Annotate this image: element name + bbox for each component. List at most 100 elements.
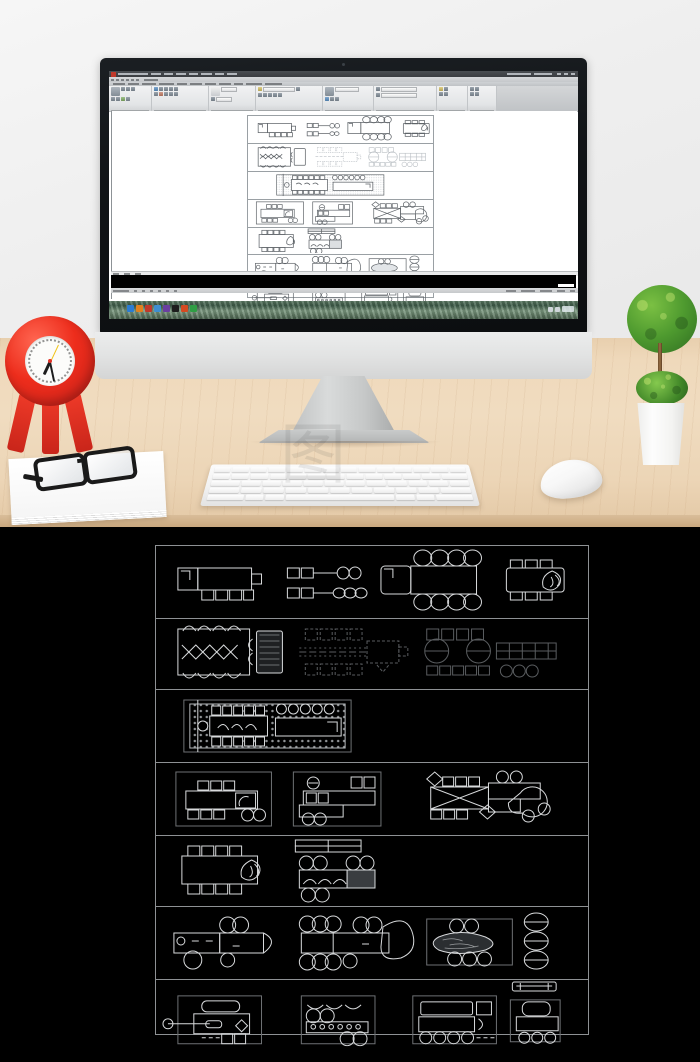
qat-plot-icon[interactable]: [136, 78, 139, 81]
key[interactable]: [351, 487, 373, 493]
rotate-icon[interactable]: [164, 87, 168, 91]
key[interactable]: [285, 487, 307, 493]
edit-block-icon[interactable]: [330, 97, 334, 101]
tab-addins[interactable]: [219, 83, 231, 85]
insert-block-icon[interactable]: [325, 87, 334, 96]
create-block-icon[interactable]: [325, 97, 329, 101]
key[interactable]: [263, 487, 285, 493]
taskbar-office-icon[interactable]: [190, 305, 197, 312]
block-name-dropdown[interactable]: [335, 87, 359, 92]
tab-view[interactable]: [177, 83, 187, 85]
mirror-icon[interactable]: [169, 87, 173, 91]
key-backspace[interactable]: [440, 473, 468, 480]
tray-volume-icon[interactable]: [555, 306, 560, 312]
key[interactable]: [322, 467, 340, 473]
key[interactable]: [402, 473, 421, 480]
id-point-icon[interactable]: [470, 92, 474, 96]
purge-icon[interactable]: [475, 92, 479, 96]
menu-item-file[interactable]: [151, 73, 161, 75]
ribbon-panel-modify[interactable]: [152, 86, 209, 111]
text-tool-icon[interactable]: [211, 87, 220, 96]
array-icon[interactable]: [164, 92, 168, 96]
key[interactable]: [240, 487, 263, 493]
status-polar-icon[interactable]: [166, 289, 169, 292]
ribbon-panel-draw[interactable]: [109, 86, 152, 111]
tab-parametric[interactable]: [159, 83, 174, 85]
search-box[interactable]: [534, 73, 552, 75]
ribbon-panel-block[interactable]: [323, 86, 374, 111]
copy-icon[interactable]: [159, 87, 163, 91]
linetype-icon[interactable]: [376, 93, 380, 97]
move-icon[interactable]: [154, 87, 158, 91]
key[interactable]: [307, 487, 329, 493]
ribbon-panel-utilities[interactable]: [468, 86, 497, 111]
key[interactable]: [407, 480, 428, 486]
dim-style-dropdown[interactable]: [216, 97, 232, 102]
key[interactable]: [387, 480, 407, 486]
property-match-icon[interactable]: [376, 87, 380, 91]
wireless-keyboard[interactable]: [200, 464, 480, 506]
key[interactable]: [250, 467, 268, 473]
key[interactable]: [261, 480, 282, 486]
key-arrow-cluster[interactable]: [435, 494, 474, 501]
key[interactable]: [365, 473, 383, 480]
key[interactable]: [428, 480, 449, 486]
line-tool-icon[interactable]: [111, 87, 120, 96]
quick-select-icon[interactable]: [475, 87, 479, 91]
ribbon-panel-groups[interactable]: [437, 86, 468, 111]
key[interactable]: [212, 473, 231, 480]
key[interactable]: [244, 494, 265, 501]
tab-featured-apps[interactable]: [265, 83, 282, 85]
qat-undo-icon[interactable]: [126, 78, 129, 81]
key[interactable]: [373, 487, 395, 493]
menu-item-insert[interactable]: [189, 73, 198, 75]
linetype-dropdown[interactable]: [381, 93, 417, 98]
key[interactable]: [376, 467, 394, 473]
ribbon-panel-properties[interactable]: [374, 86, 437, 111]
group-icon[interactable]: [439, 87, 443, 91]
key[interactable]: [282, 480, 303, 486]
layer-off-icon[interactable]: [258, 93, 262, 97]
taskbar-browser-icon[interactable]: [145, 305, 152, 312]
minimize-icon[interactable]: [557, 73, 561, 75]
taskbar-explorer-icon[interactable]: [154, 305, 161, 312]
color-dropdown[interactable]: [381, 87, 417, 92]
key-space[interactable]: [285, 494, 395, 501]
key[interactable]: [240, 480, 261, 486]
key[interactable]: [430, 467, 448, 473]
start-button-icon[interactable]: [127, 305, 134, 312]
taskbar-folder-icon[interactable]: [136, 305, 143, 312]
ungroup-icon[interactable]: [444, 87, 448, 91]
key[interactable]: [307, 473, 326, 480]
arc-icon[interactable]: [131, 87, 135, 91]
key[interactable]: [366, 480, 386, 486]
status-osnap-icon[interactable]: [174, 289, 177, 292]
layer-lock-icon[interactable]: [268, 93, 272, 97]
status-workspace-switch[interactable]: [540, 289, 552, 292]
key[interactable]: [412, 467, 430, 473]
key[interactable]: [304, 467, 322, 473]
ribbon-panel-annotation[interactable]: [209, 86, 256, 111]
tab-annotate[interactable]: [142, 83, 156, 85]
key[interactable]: [232, 467, 250, 473]
key[interactable]: [417, 487, 440, 493]
key[interactable]: [288, 473, 307, 480]
polygon-icon[interactable]: [116, 97, 120, 101]
spline-icon[interactable]: [126, 97, 130, 101]
layer-freeze-icon[interactable]: [263, 93, 267, 97]
key-capslock[interactable]: [208, 487, 241, 493]
tab-home[interactable]: [113, 83, 125, 85]
key[interactable]: [384, 473, 402, 480]
hatch-icon[interactable]: [121, 97, 125, 101]
ribbon-panel-layers[interactable]: [256, 86, 323, 111]
scale-icon[interactable]: [159, 92, 163, 96]
status-ortho-icon[interactable]: [158, 289, 161, 292]
dimension-icon[interactable]: [211, 97, 215, 101]
key[interactable]: [345, 480, 365, 486]
workspace-selector[interactable]: [144, 78, 158, 81]
key[interactable]: [346, 473, 364, 480]
rectangle-icon[interactable]: [111, 97, 115, 101]
qat-open-icon[interactable]: [116, 78, 119, 81]
key[interactable]: [286, 467, 304, 473]
tab-manage[interactable]: [190, 83, 202, 85]
